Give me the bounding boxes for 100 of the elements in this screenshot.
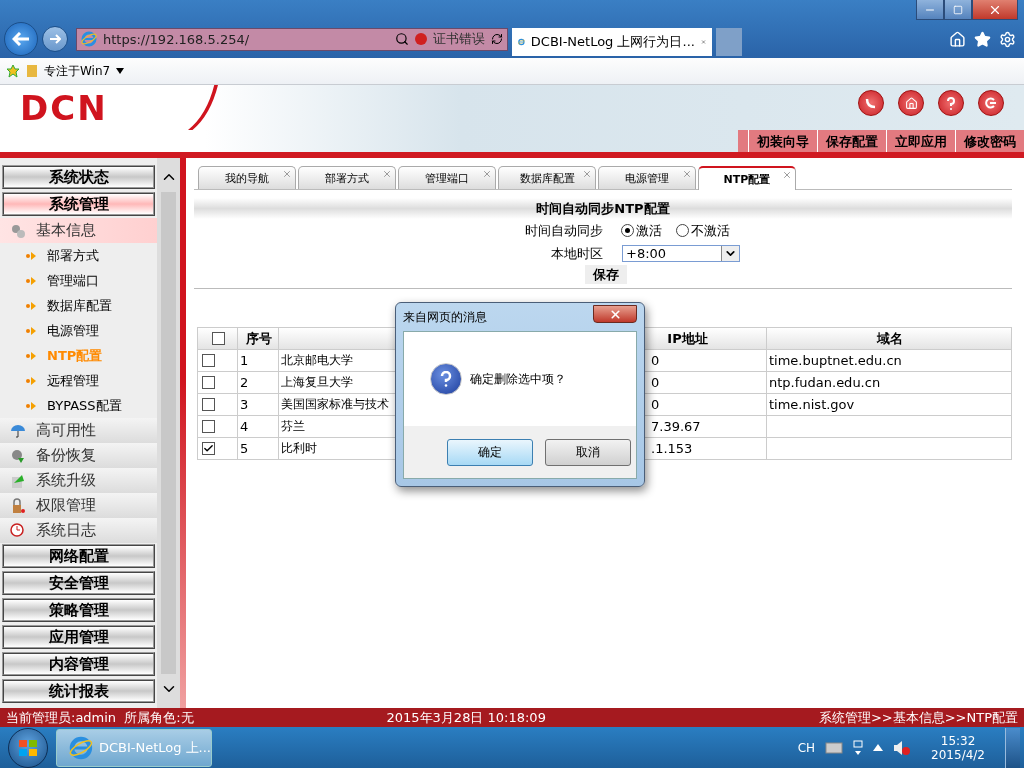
table-cell: 3 (238, 394, 279, 416)
section-button[interactable]: 安全管理 (2, 571, 155, 595)
back-button[interactable] (4, 22, 38, 56)
clock[interactable]: 15:32 2015/4/2 (921, 733, 995, 762)
tab[interactable]: 部署方式 (298, 166, 396, 189)
close-icon[interactable] (282, 169, 292, 179)
close-icon[interactable] (482, 169, 492, 179)
minimize-button[interactable] (916, 0, 944, 20)
section-title: 时间自动同步NTP配置 (194, 198, 1012, 219)
menu-group[interactable]: 系统升级 (0, 468, 157, 493)
tab[interactable]: 我的导航 (198, 166, 296, 189)
address-bar[interactable]: https://192.168.5.254/ 证书错误 (76, 27, 508, 51)
section-button[interactable]: 统计报表 (2, 679, 155, 703)
tab[interactable]: NTP配置 (698, 166, 796, 190)
browser-icon (81, 31, 97, 47)
group-label: 系统升级 (36, 471, 96, 490)
save-button[interactable]: 保存 (585, 265, 627, 284)
language-indicator[interactable]: CH (797, 740, 816, 755)
favorite-link[interactable]: 专注于Win7 (44, 62, 111, 80)
menu-group[interactable]: 权限管理 (0, 493, 157, 518)
checkbox[interactable] (202, 398, 215, 411)
section-button[interactable]: 网络配置 (2, 544, 155, 568)
checkbox[interactable] (202, 442, 215, 455)
bullet-icon (25, 275, 37, 286)
favorites-icon[interactable] (974, 30, 991, 48)
start-button[interactable] (8, 727, 48, 768)
menu-group[interactable]: 基本信息 (0, 218, 157, 243)
column-header: 序号 (238, 328, 279, 350)
checkbox[interactable] (202, 354, 215, 367)
error-icon (415, 33, 427, 45)
refresh-icon[interactable] (491, 33, 503, 45)
logout-icon[interactable] (978, 90, 1004, 116)
show-desktop-button[interactable] (1005, 727, 1020, 768)
section-button[interactable]: 内容管理 (2, 652, 155, 676)
timezone-select[interactable]: +8:00 (622, 245, 740, 262)
clock-icon (10, 522, 26, 539)
section-button[interactable]: 策略管理 (2, 598, 155, 622)
role-text: 所属角色:无 (124, 709, 194, 725)
browser-tab[interactable]: DCBI-NetLog 上网行为日... (512, 28, 712, 56)
bullet-icon (25, 300, 37, 311)
checkbox[interactable] (212, 332, 225, 345)
tray-arrow-icon[interactable] (873, 744, 884, 751)
bullet-icon (25, 250, 37, 261)
phone-icon[interactable] (858, 90, 884, 116)
maximize-button[interactable] (944, 0, 972, 20)
table-cell: 4 (238, 416, 279, 438)
radio-option[interactable]: 激活 (621, 221, 662, 240)
keyboard-icon[interactable] (825, 741, 844, 754)
tab[interactable]: 电源管理 (598, 166, 696, 189)
dialog-button[interactable]: 取消 (545, 438, 631, 466)
dialog-button[interactable]: 确定 (447, 438, 533, 466)
close-icon[interactable] (582, 169, 592, 179)
settings-icon[interactable] (999, 30, 1016, 48)
menu-group[interactable]: 备份恢复 (0, 443, 157, 468)
section-button[interactable]: 系统状态 (2, 165, 155, 189)
close-button[interactable] (972, 0, 1018, 20)
windows-icon[interactable] (853, 739, 864, 756)
menu-link[interactable]: 修改密码 (955, 130, 1024, 152)
swoosh-drawing (187, 85, 218, 130)
back-arrow-icon (12, 32, 30, 46)
group-label: 备份恢复 (36, 446, 96, 465)
tab[interactable]: 管理端口 (398, 166, 496, 189)
close-icon[interactable] (682, 169, 692, 179)
close-icon[interactable] (382, 169, 392, 179)
help-icon[interactable] (938, 90, 964, 116)
menu-link[interactable]: 立即应用 (886, 130, 955, 152)
dialog-message: 确定删除选中项？ (470, 370, 566, 388)
table-cell: 2 (238, 372, 279, 394)
checkbox[interactable] (202, 420, 215, 433)
datetime-text: 2015年3月28日 10:18:09 (386, 708, 547, 727)
close-button[interactable] (593, 305, 637, 323)
checkbox[interactable] (202, 376, 215, 389)
table-cell: ntp.fudan.edu.cn (767, 372, 1012, 394)
menu-group[interactable]: 系统日志 (0, 518, 157, 543)
breadcrumb-text: 系统管理>>基本信息>>NTP配置 (818, 708, 1018, 727)
close-icon[interactable] (782, 170, 792, 180)
radio-option[interactable]: 不激活 (676, 221, 730, 240)
forward-arrow-icon (49, 34, 61, 44)
tab[interactable]: 数据库配置 (498, 166, 596, 189)
menu-link[interactable]: 初装向导 (748, 130, 817, 152)
dialog-title: 来自网页的消息 (403, 308, 487, 326)
section-button[interactable]: 应用管理 (2, 625, 155, 649)
speaker-muted-icon[interactable] (893, 739, 912, 756)
table-cell: 1 (238, 350, 279, 372)
folder-icon (26, 64, 38, 78)
section-button[interactable]: 系统管理 (2, 192, 155, 216)
menu-group[interactable]: 高可用性 (0, 418, 157, 443)
admin-text: 当前管理员:admin (6, 709, 117, 725)
table-cell: 5 (238, 438, 279, 460)
group-label: 基本信息 (36, 221, 96, 240)
backup-icon (10, 447, 26, 464)
caret-icon[interactable] (116, 68, 125, 74)
scrollbar[interactable] (157, 158, 180, 708)
gears-icon (10, 222, 26, 239)
logo: DCN (20, 87, 108, 128)
question-icon (430, 363, 462, 395)
menu-link[interactable]: 保存配置 (817, 130, 886, 152)
group-label: 高可用性 (36, 421, 96, 440)
home-icon[interactable] (898, 90, 924, 116)
forward-button[interactable] (42, 26, 68, 52)
